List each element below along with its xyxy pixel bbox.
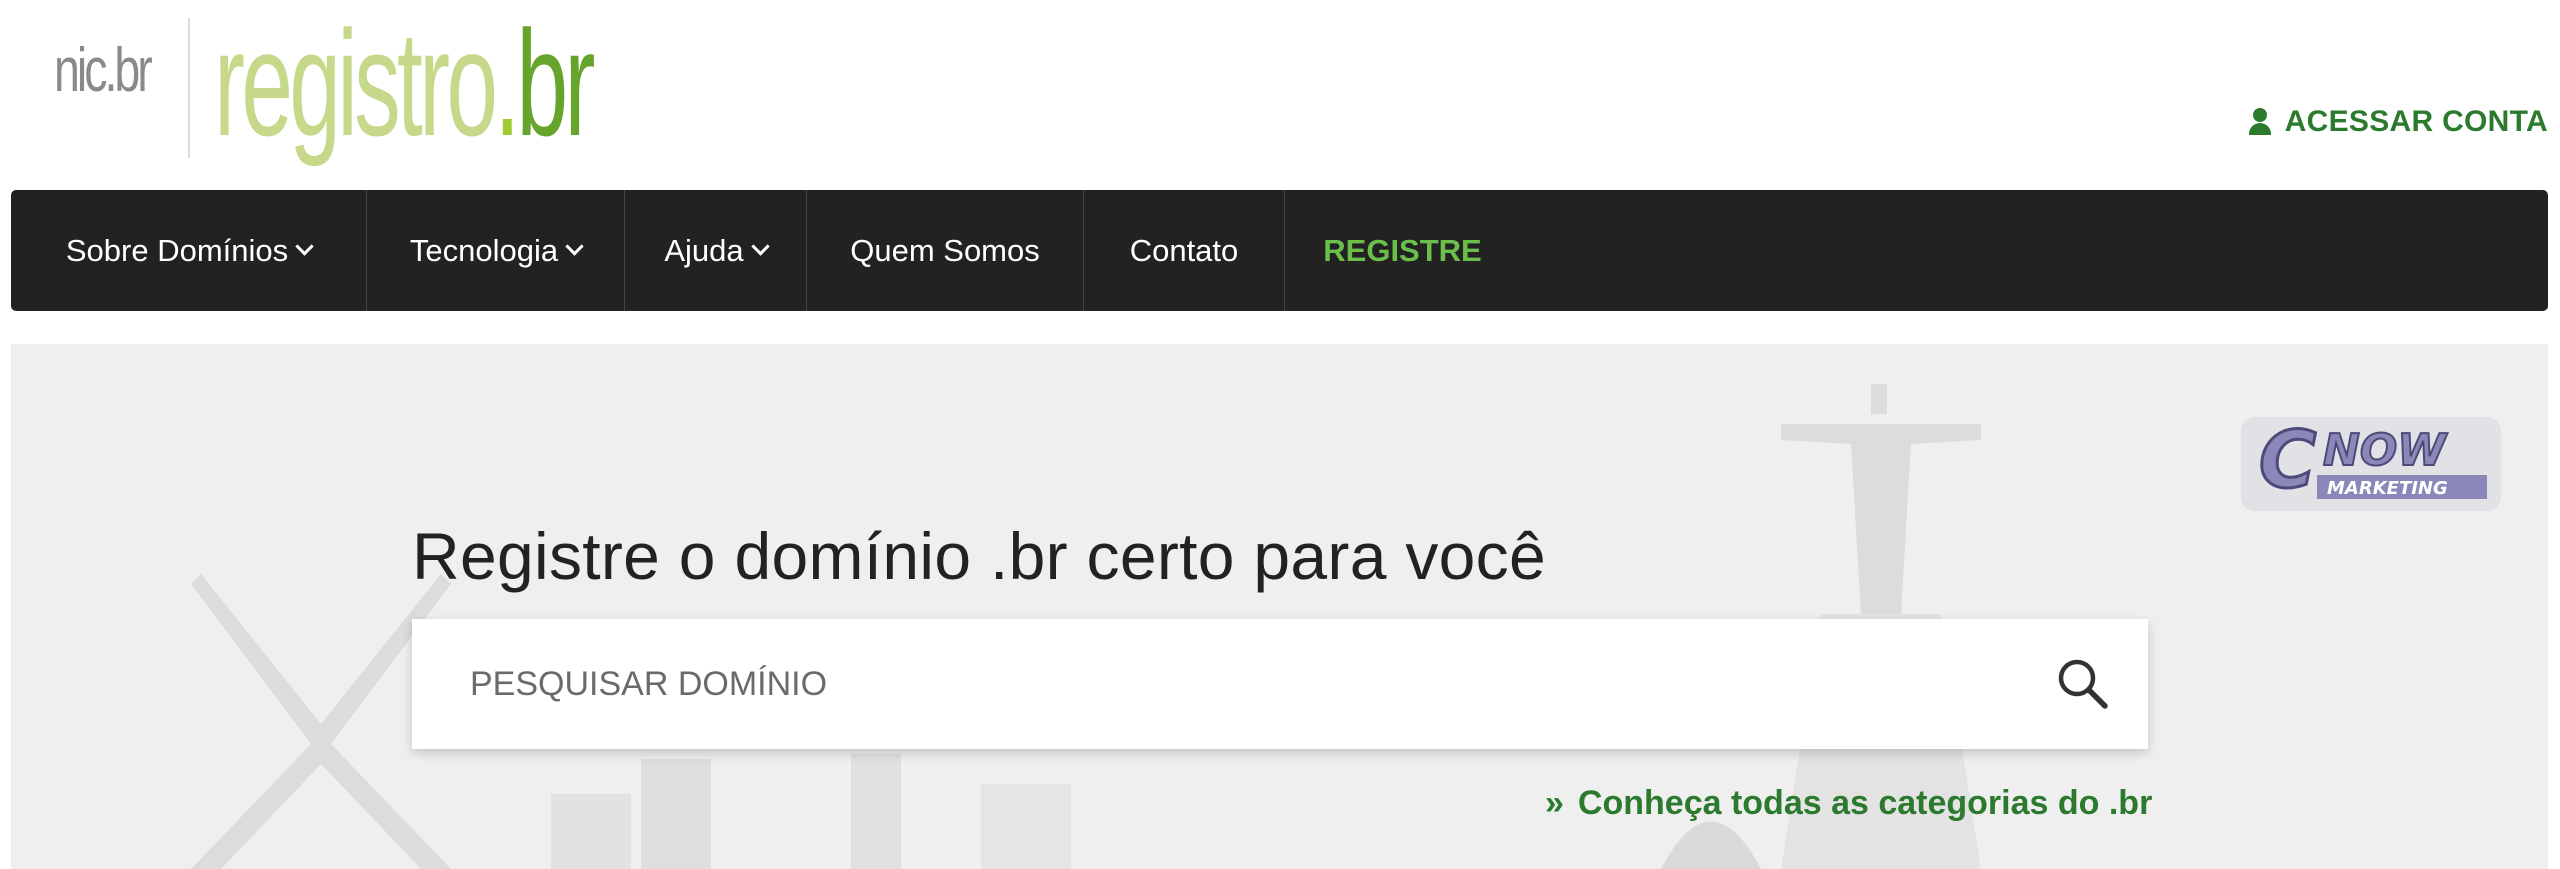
svg-text:NOW: NOW [2323,425,2448,476]
svg-text:C: C [2259,416,2316,506]
nav-item-label: Contato [1129,232,1239,268]
nav-item-quem-somos[interactable]: Quem Somos [807,190,1084,311]
double-chevron-right-icon: » [1545,784,1564,822]
registro-br-logo[interactable]: registro.br [214,8,823,158]
logo-divider [188,18,190,158]
chevron-down-icon [295,237,314,256]
access-account-link[interactable]: ACESSAR CONTA [2247,100,2548,144]
buildings-illustration [551,754,1071,869]
nav-item-label: Tecnologia [409,232,559,268]
registro-logo-br: br [516,0,595,167]
hero-section: Registre o domínio .br certo para você »… [11,344,2548,869]
nav-item-label: Quem Somos [850,232,1040,268]
domain-search-input[interactable] [412,618,2018,750]
nic-br-logo-text: nic.br [54,35,153,105]
svg-text:MARKETING: MARKETING [2327,478,2448,499]
nav-item-tecnologia[interactable]: Tecnologia [367,190,625,311]
registro-logo-dot: . [494,0,520,167]
nav-item-contato[interactable]: Contato [1084,190,1285,311]
nav-item-registre[interactable]: REGISTRE [1285,190,1520,311]
all-categories-label: Conheça todas as categorias do .br [1577,784,2153,822]
nav-item-label: REGISTRE [1323,232,1482,268]
all-categories-link[interactable]: » Conheça todas as categorias do .br [1545,784,2152,823]
user-icon [2247,108,2273,136]
search-button[interactable] [2018,619,2148,749]
search-icon [2058,659,2108,709]
main-navigation: Sobre Domínios Tecnologia Ajuda Quem Som… [11,190,2548,311]
chevron-down-icon [750,237,770,256]
nic-br-logo[interactable]: nic.br [54,30,182,110]
chevron-down-icon [565,237,584,256]
nav-item-ajuda[interactable]: Ajuda [625,190,807,311]
site-header: nic.br registro.br ACESSAR CONTA [0,0,2560,190]
registro-logo-main: registro [214,0,498,167]
nav-item-label: Sobre Domínios [65,232,289,268]
nav-item-sobre-dominios[interactable]: Sobre Domínios [11,190,367,311]
access-account-label: ACESSAR CONTA [2284,105,2548,138]
domain-search-box [412,618,2148,750]
nav-item-label: Ajuda [664,232,744,268]
cnow-marketing-watermark-logo: C NOW MARKETING [2241,415,2501,511]
hero-title: Registre o domínio .br certo para você [412,519,1546,594]
